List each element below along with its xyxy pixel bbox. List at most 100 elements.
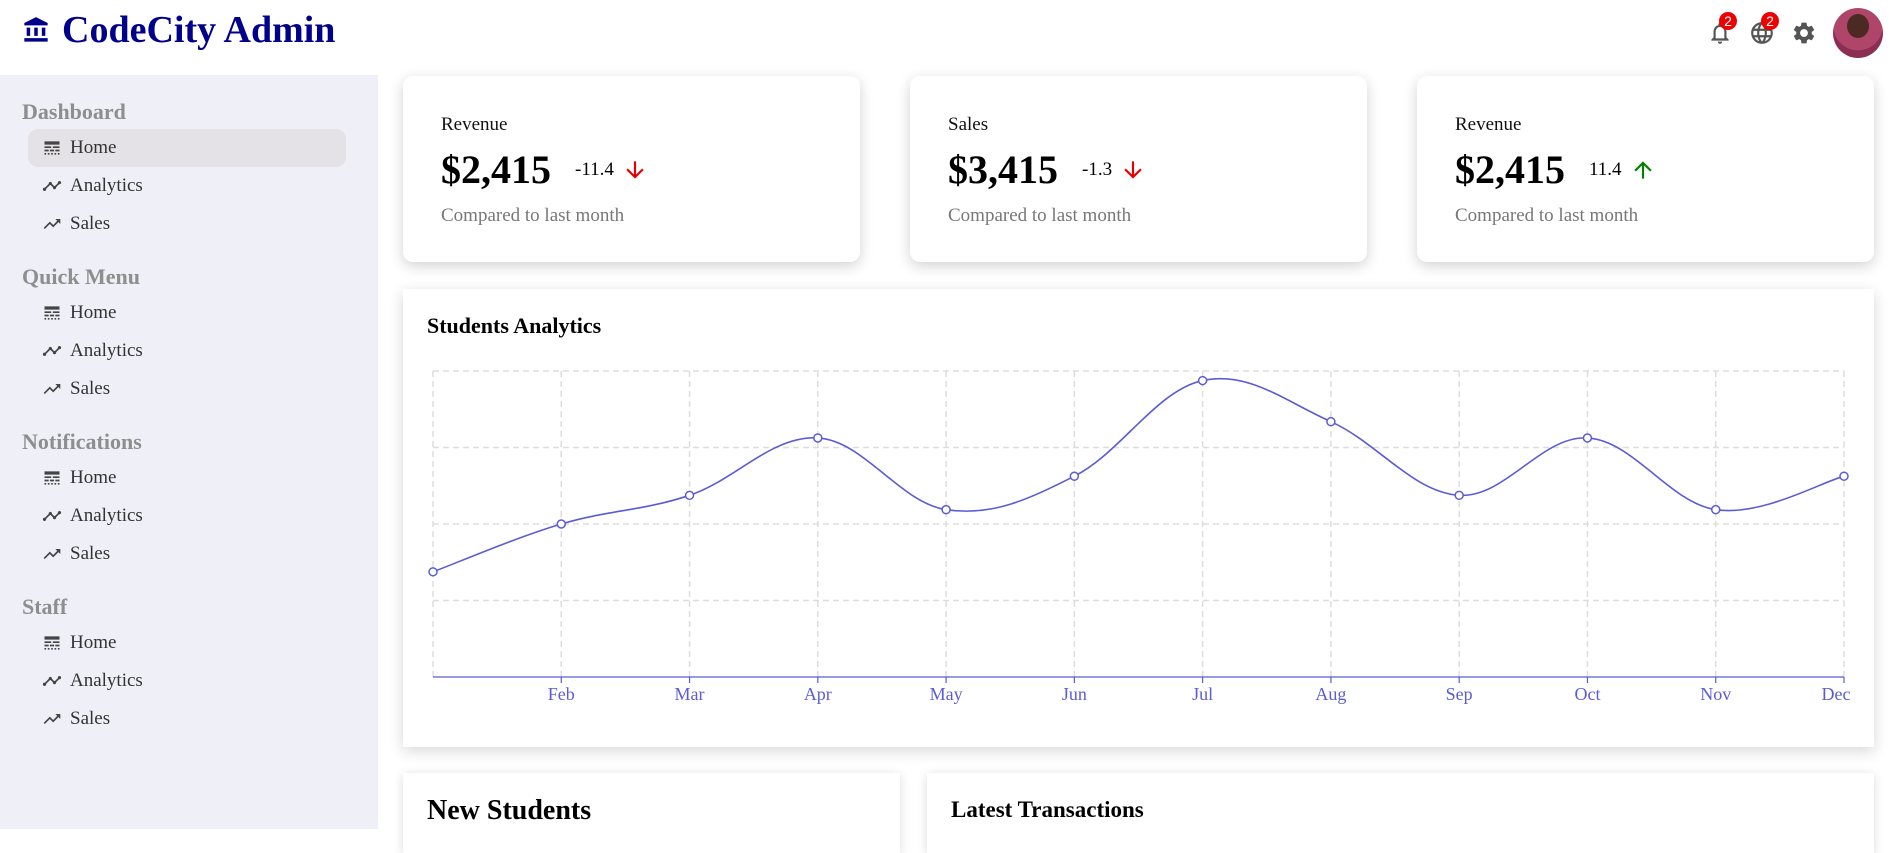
section-title: Quick Menu: [22, 264, 140, 289]
data-point[interactable]: [1197, 375, 1208, 386]
trending-up-icon: [43, 384, 61, 394]
x-tick-label: Aug: [1315, 684, 1346, 704]
widget-title: New Students: [427, 795, 592, 826]
featured-card-sales: Sales $3,415 -1.3 Compared to last month: [910, 76, 1367, 262]
featured-rate: 11.4: [1589, 158, 1622, 180]
x-tick-label: Apr: [804, 684, 832, 704]
gear-icon: [1793, 22, 1815, 44]
trending-up-icon: [43, 549, 61, 559]
new-students-widget: New Students: [403, 773, 900, 853]
sidebar-section-notifications: Notifications Home Analytics Sales: [22, 429, 346, 573]
featured-money: $2,415: [441, 147, 551, 192]
sidebar-item-sales[interactable]: Sales: [28, 370, 346, 408]
featured-card-revenue: Revenue $2,415 -11.4 Compared to last mo…: [403, 76, 860, 262]
featured-title: Sales: [948, 114, 989, 135]
arrow-down-icon: [1124, 160, 1142, 179]
sidebar-item-analytics[interactable]: Analytics: [28, 167, 346, 205]
data-point[interactable]: [813, 433, 823, 443]
line-style-icon: [44, 636, 60, 650]
logo[interactable]: CodeCity Admin: [22, 8, 335, 52]
sidebar-item-label: Home: [70, 632, 117, 653]
sidebar-item-label: Home: [70, 467, 117, 488]
settings-button[interactable]: [1783, 12, 1825, 54]
sidebar-item-home[interactable]: Home: [28, 129, 346, 167]
line-chart[interactable]: Feb Mar Apr May Jun Jul Aug Sep Oct Nov Dec: [403, 289, 1874, 747]
line-style-icon: [44, 471, 60, 485]
featured-sub: Compared to last month: [1455, 205, 1639, 226]
top-bar: CodeCity Admin 2 2: [0, 0, 1893, 74]
sidebar-item-label: Sales: [70, 543, 111, 564]
language-badge: 2: [1761, 12, 1779, 30]
trending-up-icon: [43, 219, 61, 229]
data-point[interactable]: [1326, 416, 1336, 427]
trending-up-icon: [43, 714, 61, 724]
sidebar-item-label: Analytics: [70, 340, 143, 361]
featured-card-revenue-2: Revenue $2,415 11.4 Compared to last mon…: [1417, 76, 1874, 262]
featured-money: $3,415: [948, 147, 1058, 192]
timeline-icon: [42, 676, 62, 686]
x-tick-label: Mar: [675, 684, 705, 704]
featured-rate: -1.3: [1082, 158, 1113, 180]
bank-icon: [24, 17, 48, 42]
x-tick-label: Feb: [548, 684, 575, 704]
notifications-button[interactable]: 2: [1699, 12, 1741, 54]
data-point[interactable]: [941, 504, 951, 515]
arrow-up-icon: [1633, 160, 1652, 179]
x-tick-label: May: [930, 684, 963, 704]
sidebar-item-home[interactable]: Home: [28, 294, 346, 332]
user-avatar[interactable]: [1833, 8, 1883, 58]
data-point[interactable]: [428, 567, 438, 577]
sidebar-item-analytics[interactable]: Analytics: [28, 332, 346, 370]
sidebar-section-staff: Staff Home Analytics Sales: [22, 594, 346, 738]
featured-rate: -11.4: [575, 158, 614, 180]
x-tick-label: Jul: [1192, 684, 1213, 704]
timeline-icon: [42, 346, 62, 356]
sidebar: Dashboard Home Analytics Sales Quick Men…: [0, 75, 378, 829]
data-point[interactable]: [1710, 504, 1721, 515]
data-point[interactable]: [1454, 490, 1464, 501]
sidebar-item-label: Analytics: [70, 175, 143, 196]
sidebar-section-dashboard: Dashboard Home Analytics Sales: [22, 99, 346, 243]
sidebar-item-label: Sales: [70, 708, 111, 729]
data-point[interactable]: [1582, 433, 1593, 443]
sidebar-item-analytics[interactable]: Analytics: [28, 497, 346, 535]
featured-sub: Compared to last month: [441, 205, 625, 226]
sidebar-item-home[interactable]: Home: [28, 459, 346, 497]
sidebar-item-label: Home: [70, 302, 117, 323]
sidebar-item-sales[interactable]: Sales: [28, 205, 346, 243]
featured-money: $2,415: [1455, 147, 1565, 192]
arrow-down-icon: [626, 160, 644, 179]
x-tick-label: Dec: [1822, 684, 1851, 704]
sidebar-item-label: Sales: [70, 378, 111, 399]
sidebar-item-sales[interactable]: Sales: [28, 700, 346, 738]
sidebar-item-home[interactable]: Home: [28, 624, 346, 662]
app-title: CodeCity Admin: [62, 9, 336, 51]
timeline-icon: [42, 181, 62, 191]
sidebar-section-quick-menu: Quick Menu Home Analytics Sales: [22, 264, 346, 408]
language-button[interactable]: 2: [1741, 12, 1783, 54]
sidebar-item-sales[interactable]: Sales: [28, 535, 346, 573]
x-tick-label: Sep: [1446, 684, 1473, 704]
latest-transactions-widget: Latest Transactions: [927, 773, 1874, 853]
sidebar-item-label: Sales: [70, 213, 111, 234]
data-point[interactable]: [1839, 471, 1849, 481]
x-tick-label: Oct: [1574, 684, 1600, 704]
section-title: Dashboard: [22, 99, 126, 124]
data-point[interactable]: [684, 490, 695, 501]
x-tick-label: Nov: [1700, 684, 1731, 704]
section-title: Staff: [22, 594, 68, 619]
sidebar-item-label: Home: [70, 137, 117, 158]
featured-sub: Compared to last month: [948, 205, 1132, 226]
line-style-icon: [44, 141, 60, 155]
series-line: [432, 377, 1845, 573]
section-title: Notifications: [22, 429, 142, 454]
students-analytics-chart: Students Analytics Feb Mar Apr May Jun Jul Aug…: [403, 289, 1874, 747]
data-point[interactable]: [556, 519, 567, 529]
timeline-icon: [42, 511, 62, 521]
featured-title: Revenue: [1455, 114, 1522, 135]
top-icons: 2 2: [1699, 8, 1883, 58]
data-point[interactable]: [1069, 471, 1080, 481]
sidebar-item-label: Analytics: [70, 505, 143, 526]
sidebar-item-analytics[interactable]: Analytics: [28, 662, 346, 700]
sidebar-item-label: Analytics: [70, 670, 143, 691]
